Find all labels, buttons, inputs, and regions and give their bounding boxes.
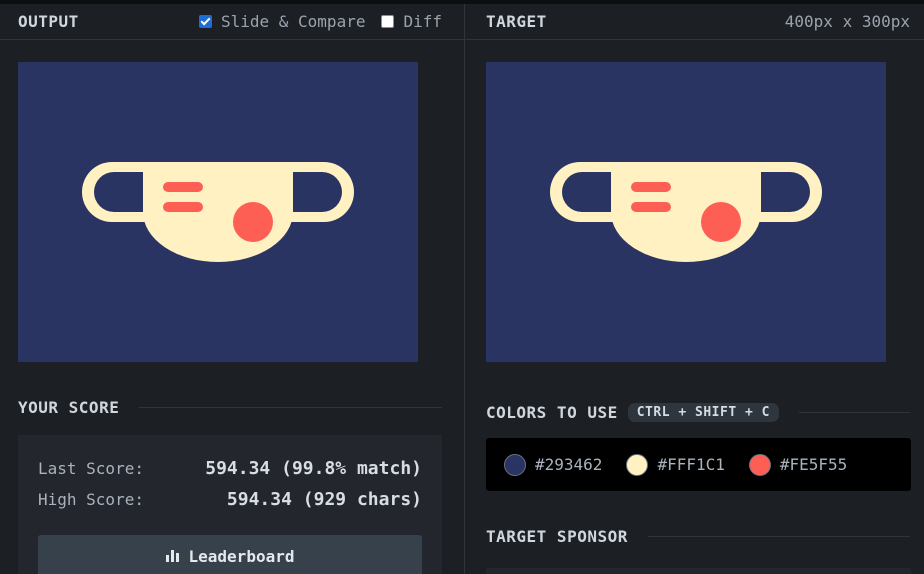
color-swatch[interactable]: #293462 [504,453,603,476]
score-box: Last Score: 594.34 (99.8% match) High Sc… [18,435,442,574]
color-hex: #FFF1C1 [657,455,725,474]
color-swatch[interactable]: #FE5F55 [748,453,848,476]
colors-rule [798,411,910,413]
colors-title: COLORS TO USE [486,402,618,422]
leaderboard-button[interactable]: Leaderboard [38,535,422,574]
slide-compare-toggle[interactable]: Slide & Compare [198,12,366,31]
color-dot-cream [626,453,649,476]
your-score-heading: YOUR SCORE [18,396,442,418]
target-header: TARGET 400px x 300px [465,4,924,40]
sponsor-box [486,568,911,574]
diff-toggle[interactable]: Diff [381,12,442,31]
last-score-value: 594.34 (99.8% match) [205,458,422,479]
output-mask-dot [233,202,273,242]
diff-checkbox[interactable] [381,15,395,28]
target-mask-drawing [486,62,886,362]
output-options: Slide & Compare Diff [198,12,442,31]
output-mask-drawing [18,62,418,362]
color-dot-navy [504,453,526,476]
your-score-title: YOUR SCORE [18,397,120,417]
color-shortcut-badge: CTRL + SHIFT + C [627,402,779,422]
leaderboard-label: Leaderboard [188,546,295,566]
output-header: OUTPUT Slide & Compare Diff [0,4,464,40]
target-mask-body [611,162,761,262]
target-mask-dot [701,202,741,242]
high-score-label: High Score: [38,490,144,509]
color-swatch[interactable]: #FFF1C1 [626,453,725,476]
last-score-row: Last Score: 594.34 (99.8% match) [38,453,422,484]
target-mask-stripe-bottom [631,202,671,212]
output-mask-stripe-bottom [163,202,203,212]
sponsor-rule [647,535,910,537]
color-palette: #293462 #FFF1C1 #FE5F55 [486,438,911,491]
output-panel: OUTPUT Slide & Compare Diff YOUR SCORE L… [0,4,464,574]
output-mask-stripe-top [163,182,203,192]
output-canvas[interactable] [18,62,418,362]
target-size: 400px x 300px [784,12,910,31]
output-mask-body [143,162,293,262]
color-hex: #FE5F55 [779,455,848,474]
slide-compare-label: Slide & Compare [220,12,366,31]
sponsor-title: TARGET SPONSOR [486,526,628,546]
colors-heading: COLORS TO USE CTRL + SHIFT + C [486,401,910,423]
color-hex: #293462 [535,455,603,474]
output-title: OUTPUT [18,12,79,31]
target-mask-stripe-top [631,182,671,192]
last-score-label: Last Score: [38,459,144,478]
diff-label: Diff [403,12,442,31]
high-score-row: High Score: 594.34 (929 chars) [38,484,422,515]
target-canvas [486,62,886,362]
slide-compare-checkbox[interactable] [198,15,212,28]
target-title: TARGET [486,12,547,31]
high-score-value: 594.34 (929 chars) [226,489,422,510]
sponsor-heading: TARGET SPONSOR [486,525,910,547]
color-dot-coral [748,453,771,476]
target-panel: TARGET 400px x 300px COLORS TO USE CTRL … [465,4,924,574]
your-score-rule [139,406,442,408]
bar-chart-icon [165,550,179,562]
